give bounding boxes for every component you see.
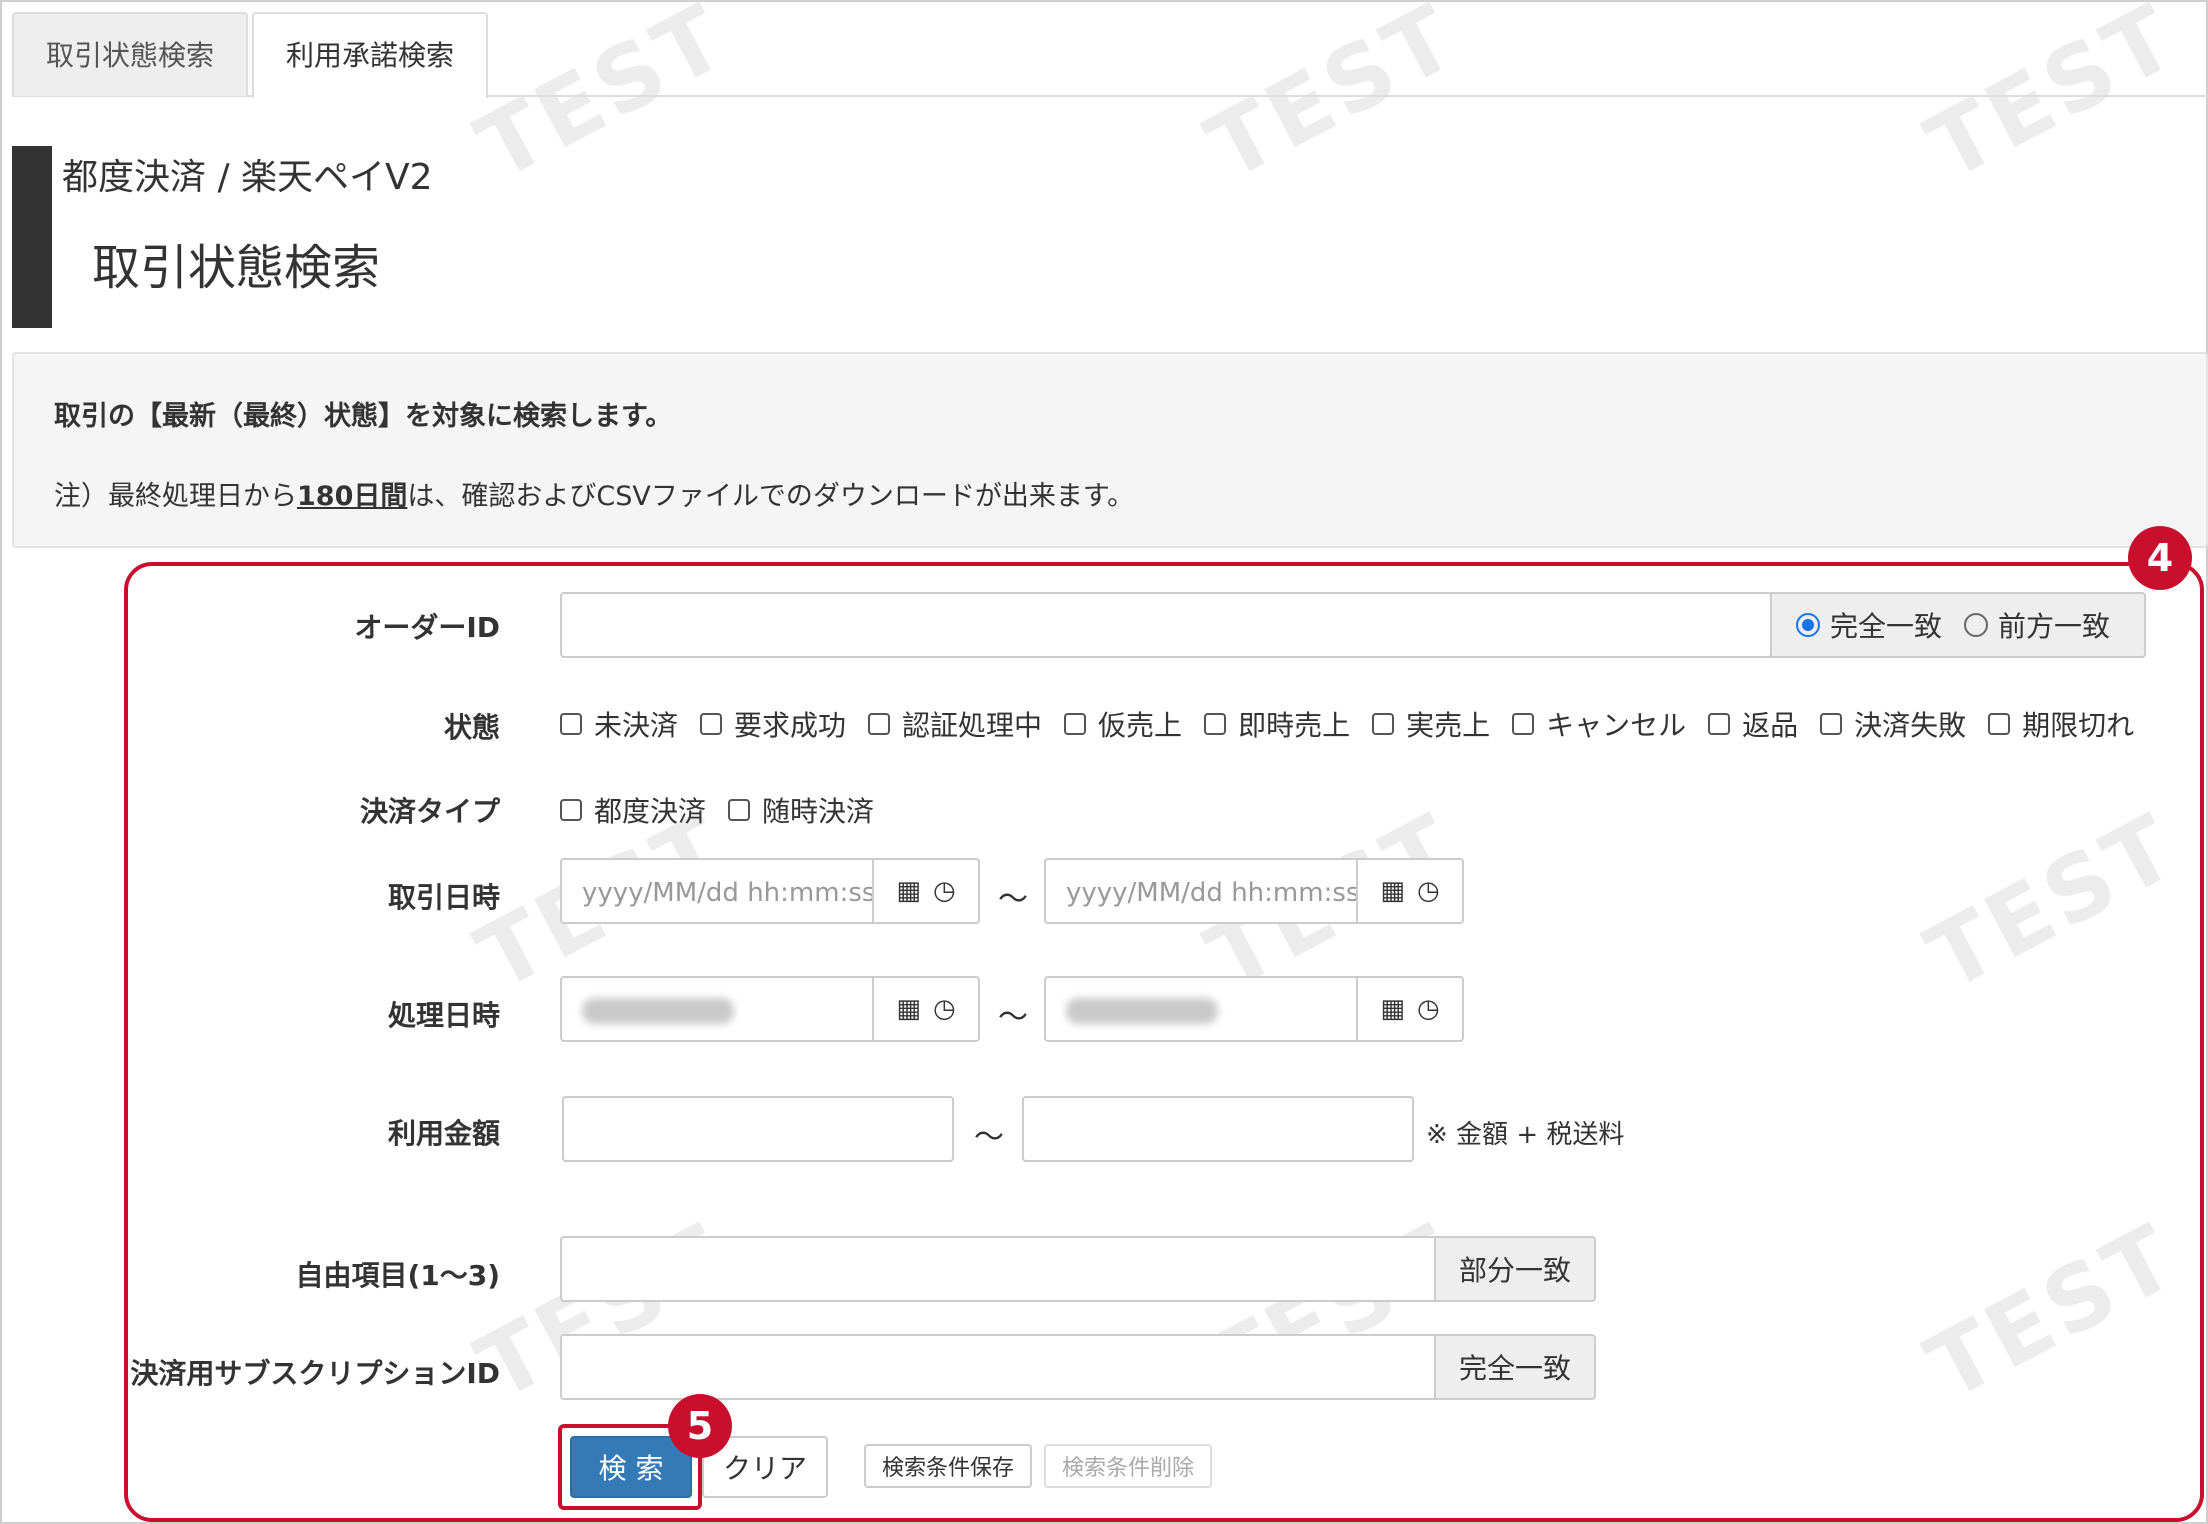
checkbox-label: 随時決済	[762, 795, 875, 828]
checkbox[interactable]	[868, 713, 891, 735]
annotation-badge: 4	[2128, 526, 2192, 590]
checkbox[interactable]	[560, 799, 582, 821]
status-option[interactable]: 仮売上	[1064, 704, 1182, 744]
subscription-id-match-addon: 完全一致	[1434, 1334, 1596, 1400]
info-panel: 取引の【最新（最終）状態】を対象に検索します。 注）最終処理日から180日間は、…	[12, 352, 2208, 548]
amount-note: ※ 金額 + 税送料	[1426, 1120, 1625, 1150]
transaction-datetime-label: 取引日時	[387, 881, 500, 914]
input-placeholder: yyyy/MM/dd hh:mm:ss	[1066, 878, 1360, 908]
checkbox[interactable]	[728, 799, 751, 821]
info-note-suffix: は、確認およびCSVファイルでのダウンロードが出来ます。	[407, 481, 1135, 512]
checkbox[interactable]	[700, 713, 723, 735]
amount-from-input[interactable]	[562, 1096, 954, 1162]
tab-bar: 取引状態検索 利用承諾検索	[12, 12, 492, 98]
order-id-label: オーダーID	[354, 611, 500, 644]
transaction-datetime-to-picker[interactable]: ▦ ◷	[1356, 858, 1464, 924]
save-conditions-button[interactable]: 検索条件保存	[864, 1444, 1032, 1488]
free-item-match-addon: 部分一致	[1434, 1236, 1596, 1302]
clock-icon[interactable]: ◷	[1417, 994, 1440, 1024]
payment-type-option[interactable]: 随時決済	[728, 790, 874, 830]
checkbox-label: 即時売上	[1238, 709, 1351, 742]
redacted-value	[582, 998, 734, 1024]
processing-datetime-label: 処理日時	[387, 999, 500, 1032]
order-id-match-group: 完全一致 前方一致	[1770, 592, 2146, 658]
breadcrumb: 都度決済 / 楽天ペイV2	[62, 157, 433, 198]
status-option[interactable]: キャンセル	[1512, 704, 1686, 744]
checkbox[interactable]	[1204, 713, 1227, 735]
checkbox[interactable]	[1372, 713, 1395, 735]
input-placeholder: yyyy/MM/dd hh:mm:ss	[582, 878, 876, 908]
checkbox[interactable]	[560, 713, 582, 735]
status-option[interactable]: 決済失敗	[1820, 704, 1966, 744]
redacted-value	[1066, 998, 1218, 1024]
order-id-input[interactable]	[560, 592, 1772, 658]
checkbox-label: 仮売上	[1098, 709, 1183, 742]
calendar-icon[interactable]: ▦	[896, 994, 921, 1024]
heading-accent-bar	[12, 146, 52, 328]
checkbox[interactable]	[1064, 713, 1087, 735]
subscription-id-label: 決済用サブスクリプションID	[130, 1357, 500, 1390]
info-description: 取引の【最新（最終）状態】を対象に検索します。	[54, 401, 673, 432]
processing-datetime-to-picker[interactable]: ▦ ◷	[1356, 976, 1464, 1042]
radio-prefix-match[interactable]	[1964, 613, 1989, 637]
checkbox-label: 期限切れ	[2022, 709, 2135, 742]
info-note-prefix: 注）最終処理日から	[54, 481, 297, 512]
subscription-id-input[interactable]	[560, 1334, 1436, 1400]
transaction-datetime-to-input[interactable]: yyyy/MM/dd hh:mm:ss	[1044, 858, 1360, 924]
status-option[interactable]: 認証処理中	[868, 704, 1042, 744]
range-separator: ～	[998, 1000, 1028, 1035]
calendar-icon[interactable]: ▦	[896, 876, 921, 906]
checkbox-label: 認証処理中	[902, 709, 1043, 742]
checkbox[interactable]	[1512, 713, 1535, 735]
status-checkbox-group: 未決済 要求成功 認証処理中 仮売上 即時売上 実売上 キャンセル 返品 決済失…	[560, 704, 2134, 744]
calendar-icon[interactable]: ▦	[1380, 876, 1405, 906]
checkbox[interactable]	[1988, 713, 2011, 735]
checkbox[interactable]	[1708, 713, 1731, 735]
free-item-label: 自由項目(1～3)	[295, 1259, 500, 1292]
status-option[interactable]: 即時売上	[1204, 704, 1350, 744]
checkbox-label: 返品	[1742, 709, 1799, 742]
amount-label: 利用金額	[387, 1117, 500, 1150]
processing-datetime-from-input[interactable]	[560, 976, 874, 1042]
status-option[interactable]: 返品	[1708, 704, 1798, 744]
calendar-icon[interactable]: ▦	[1380, 994, 1405, 1024]
processing-datetime-from-picker[interactable]: ▦ ◷	[872, 976, 980, 1042]
clock-icon[interactable]: ◷	[1417, 876, 1440, 906]
radio-exact-match-label: 完全一致	[1830, 610, 1943, 643]
checkbox-label: 実売上	[1406, 709, 1491, 742]
status-option[interactable]: 期限切れ	[1988, 704, 2134, 744]
checkbox-label: キャンセル	[1546, 709, 1687, 742]
tab-transaction-status-search[interactable]: 取引状態検索	[12, 12, 249, 96]
status-option[interactable]: 要求成功	[700, 704, 846, 744]
status-option[interactable]: 未決済	[560, 704, 678, 744]
payment-type-checkbox-group: 都度決済 随時決済	[560, 790, 896, 830]
checkbox-label: 要求成功	[734, 709, 847, 742]
processing-datetime-to-input[interactable]	[1044, 976, 1358, 1042]
tab-usage-consent-search[interactable]: 利用承諾検索	[252, 12, 489, 98]
annotation-badge: 5	[668, 1394, 732, 1458]
payment-type-label: 決済タイプ	[359, 795, 500, 828]
radio-exact-match[interactable]	[1796, 613, 1820, 637]
checkbox[interactable]	[1820, 713, 1843, 735]
amount-to-input[interactable]	[1022, 1096, 1414, 1162]
transaction-datetime-from-input[interactable]: yyyy/MM/dd hh:mm:ss	[560, 858, 876, 924]
delete-conditions-button[interactable]: 検索条件削除	[1044, 1444, 1212, 1488]
status-label: 状態	[443, 711, 500, 744]
page-title: 取引状態検索	[92, 240, 381, 296]
checkbox-label: 決済失敗	[1854, 709, 1967, 742]
checkbox-label: 未決済	[594, 709, 679, 742]
info-note: 注）最終処理日から180日間は、確認およびCSVファイルでのダウンロードが出来ま…	[54, 474, 1134, 513]
radio-prefix-match-label: 前方一致	[1998, 610, 2111, 643]
range-separator: ～	[998, 882, 1028, 917]
clock-icon[interactable]: ◷	[933, 994, 956, 1024]
checkbox-label: 都度決済	[594, 795, 707, 828]
clock-icon[interactable]: ◷	[933, 876, 956, 906]
payment-type-option[interactable]: 都度決済	[560, 790, 706, 830]
status-option[interactable]: 実売上	[1372, 704, 1490, 744]
info-note-period: 180日間	[297, 481, 408, 512]
range-separator: ～	[974, 1120, 1004, 1155]
free-item-input[interactable]	[560, 1236, 1436, 1302]
transaction-datetime-from-picker[interactable]: ▦ ◷	[872, 858, 980, 924]
